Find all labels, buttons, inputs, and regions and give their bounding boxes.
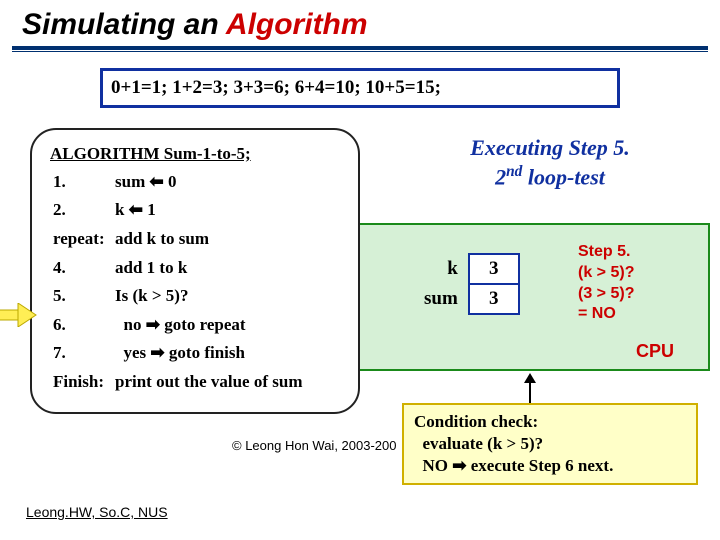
algo-step-num: repeat: xyxy=(52,226,112,253)
cpu-label: CPU xyxy=(636,341,674,362)
algo-step-num: Finish: xyxy=(52,369,112,396)
var-sum-value: 3 xyxy=(469,284,519,314)
exec-line2c: loop-test xyxy=(522,164,605,189)
algo-step-num: 5. xyxy=(52,283,112,310)
algo-step-text: k ⬅ 1 xyxy=(114,197,303,224)
algo-step-num: 6. xyxy=(52,312,112,339)
current-step-pointer-icon xyxy=(0,303,38,327)
algo-step-num: 7. xyxy=(52,340,112,367)
exec-line2a: 2 xyxy=(495,164,506,189)
algo-step-num: 2. xyxy=(52,197,112,224)
algo-step-num: 4. xyxy=(52,255,112,282)
equation-box: 0+1=1; 1+2=3; 3+3=6; 6+4=10; 10+5=15; xyxy=(100,68,620,108)
up-arrow-icon xyxy=(520,373,540,405)
slide-title: Simulating an Algorithm xyxy=(0,0,720,46)
exec-line2b: nd xyxy=(506,163,522,180)
condition-callout: Condition check: evaluate (k > 5)? NO ➡ … xyxy=(402,403,698,485)
algo-steps: 1.sum ⬅ 0 2.k ⬅ 1 repeat:add k to sum 4.… xyxy=(50,167,305,398)
algo-step-text: print out the value of sum xyxy=(114,369,303,396)
algo-step-num: 1. xyxy=(52,169,112,196)
cond-l1: Condition check: xyxy=(414,412,538,431)
step5-l4: = NO xyxy=(578,305,616,322)
step5-l1: Step 5. xyxy=(578,243,630,260)
algo-step-text: Is (k > 5)? xyxy=(114,283,303,310)
footer-text: Leong.HW, So.C, NUS xyxy=(26,504,168,520)
title-underline xyxy=(12,46,708,52)
cond-l3: NO ➡ execute Step 6 next. xyxy=(414,456,613,475)
copyright-text: © Leong Hon Wai, 2003-200 xyxy=(232,438,396,453)
exec-line1: Executing Step 5. xyxy=(470,135,630,160)
variable-table: k 3 sum 3 xyxy=(423,253,520,315)
algo-step-text: yes ➡ goto finish xyxy=(114,340,303,367)
var-sum-label: sum xyxy=(423,284,469,314)
var-k-value: 3 xyxy=(469,254,519,284)
step5-annotation: Step 5. (k > 5)? (3 > 5)? = NO xyxy=(578,242,634,325)
equation-text: 0+1=1; 1+2=3; 3+3=6; 6+4=10; 10+5=15; xyxy=(111,77,441,98)
algo-step-text: sum ⬅ 0 xyxy=(114,169,303,196)
cond-l2: evaluate (k > 5)? xyxy=(414,434,543,453)
title-text-1: Simulating an xyxy=(22,8,226,41)
title-text-2: Algorithm xyxy=(226,8,368,41)
exec-heading: Executing Step 5. 2nd loop-test xyxy=(420,134,680,190)
step5-l2: (k > 5)? xyxy=(578,264,634,281)
algo-step-text: no ➡ goto repeat xyxy=(114,312,303,339)
algo-header: ALGORITHM Sum-1-to-5; xyxy=(50,142,340,167)
algo-step-text: add 1 to k xyxy=(114,255,303,282)
step5-l3: (3 > 5)? xyxy=(578,285,634,302)
algo-step-text: add k to sum xyxy=(114,226,303,253)
var-k-label: k xyxy=(423,254,469,284)
algorithm-card: ALGORITHM Sum-1-to-5; 1.sum ⬅ 0 2.k ⬅ 1 … xyxy=(30,128,360,414)
